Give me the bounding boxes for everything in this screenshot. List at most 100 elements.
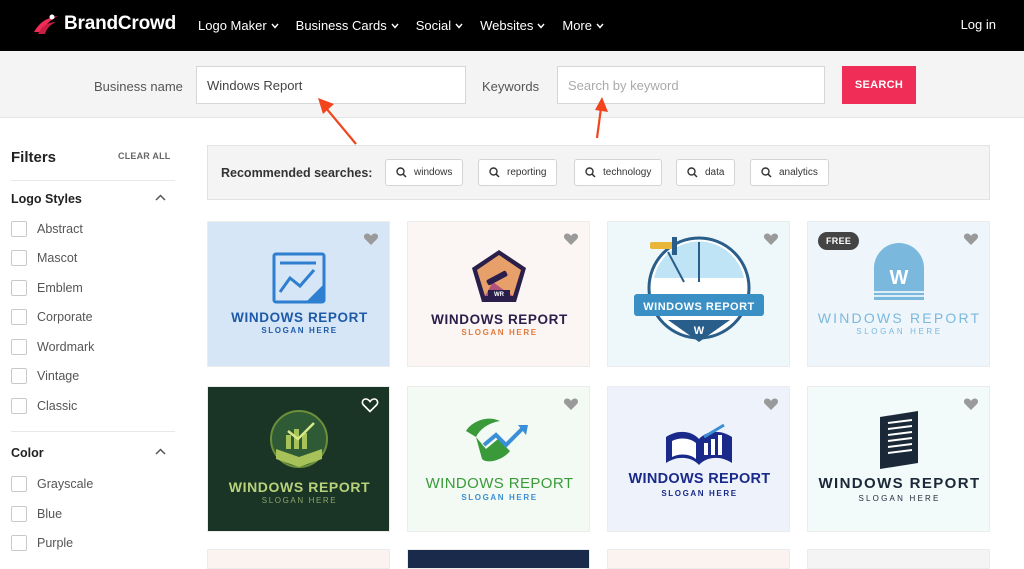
logo-card[interactable]: WINDOWS REPORT SLOGAN HERE [407, 386, 590, 532]
brand-name: BrandCrowd [64, 13, 177, 34]
logo-title: WINDOWS REPORT [818, 475, 981, 492]
nav-item-logo-maker[interactable]: Logo Maker [198, 18, 279, 33]
checkbox[interactable] [11, 250, 27, 266]
logo-card[interactable]: WR WINDOWS REPORT SLOGAN HERE [407, 221, 590, 367]
favorite-heart-icon[interactable] [963, 232, 979, 251]
favorite-heart-icon[interactable] [363, 232, 379, 251]
checkbox[interactable] [11, 506, 27, 522]
logo-title: WINDOWS REPORT [425, 475, 574, 492]
filter-option-label: Classic [37, 399, 78, 413]
filter-option-label: Corporate [37, 310, 93, 324]
nav-item-label: Websites [480, 18, 534, 33]
free-badge: FREE [818, 232, 860, 250]
checkbox[interactable] [11, 476, 27, 492]
favorite-heart-icon[interactable] [361, 397, 379, 418]
filter-option-label: Mascot [37, 251, 78, 265]
chip-label: analytics [779, 167, 818, 178]
nav-item-more[interactable]: More [562, 18, 604, 33]
logo-card[interactable] [807, 549, 990, 569]
filter-option-corporate[interactable]: Corporate [11, 309, 93, 325]
logo-title: WINDOWS REPORT [817, 310, 982, 326]
checkbox[interactable] [11, 398, 27, 414]
filter-option-label: Blue [37, 507, 63, 521]
filter-option-emblem[interactable]: Emblem [11, 280, 83, 296]
favorite-heart-icon[interactable] [763, 232, 779, 251]
logo-title: WINDOWS REPORT [628, 471, 771, 487]
checkbox[interactable] [11, 309, 27, 325]
nav-item-business-cards[interactable]: Business Cards [296, 18, 399, 33]
favorite-heart-icon[interactable] [763, 397, 779, 416]
nav-item-label: Business Cards [295, 18, 387, 33]
filter-option-purple[interactable]: Purple [11, 535, 73, 551]
filter-option-abstract[interactable]: Abstract [11, 221, 83, 237]
favorite-heart-icon[interactable] [963, 397, 979, 416]
chevron-up-icon[interactable] [155, 194, 166, 201]
login-link[interactable]: Log in [961, 17, 996, 32]
search-icon [396, 167, 407, 178]
chip-analytics[interactable]: analytics [750, 159, 829, 186]
filter-option-label: Vintage [37, 369, 80, 383]
chip-reporting[interactable]: reporting [478, 159, 558, 186]
favorite-heart-icon[interactable] [563, 232, 579, 251]
logo-card[interactable]: WINDOWS REPORT SLOGAN HERE [207, 221, 390, 367]
logo-title: WINDOWS REPORT [231, 310, 368, 325]
recommended-searches: Recommended searches: windows reporting … [207, 145, 990, 200]
nav-item-websites[interactable]: Websites [480, 18, 545, 33]
keywords-label: Keywords [482, 79, 540, 94]
filter-option-wordmark[interactable]: Wordmark [11, 339, 94, 355]
business-name-label: Business name [94, 79, 183, 94]
logo-card[interactable]: WINDOWS REPORT SLOGAN HERE [607, 386, 790, 532]
nav-item-social[interactable]: Social [416, 18, 463, 33]
logo-card[interactable] [607, 549, 790, 569]
search-button[interactable]: SEARCH [842, 66, 916, 104]
filter-option-classic[interactable]: Classic [11, 398, 77, 414]
logo-slogan: SLOGAN HERE [461, 493, 538, 502]
logo-card[interactable]: WINDOWS REPORT W [607, 221, 790, 367]
logo-card[interactable]: WINDOWS REPORT SLOGAN HERE [807, 386, 990, 532]
logo-slogan: SLOGAN HERE [661, 489, 738, 498]
chevron-down-icon [391, 23, 399, 29]
chip-label: windows [414, 167, 453, 178]
filter-option-label: Wordmark [37, 340, 95, 354]
filter-option-vintage[interactable]: Vintage [11, 368, 79, 384]
filter-option-mascot[interactable]: Mascot [11, 250, 77, 266]
filters-title: Filters [11, 149, 57, 166]
brand-logo[interactable]: BrandCrowd [32, 12, 176, 36]
chevron-down-icon [537, 23, 545, 29]
filter-option-grayscale[interactable]: Grayscale [11, 476, 93, 492]
clear-all-button[interactable]: CLEAR ALL [118, 151, 170, 161]
logo-slogan: SLOGAN HERE [461, 328, 538, 337]
checkbox[interactable] [11, 368, 27, 384]
chip-label: reporting [507, 167, 547, 178]
logo-card[interactable] [207, 549, 390, 569]
logo-slogan: SLOGAN HERE [858, 494, 941, 503]
checkbox[interactable] [11, 221, 27, 237]
favorite-heart-icon[interactable] [563, 397, 579, 416]
checkbox[interactable] [11, 535, 27, 551]
brand-swoosh-icon [34, 14, 58, 34]
logo-card[interactable]: WINDOWS REPORT SLOGAN HERE [207, 386, 390, 532]
search-icon [761, 167, 772, 178]
nav-item-label: More [562, 18, 592, 33]
checkbox[interactable] [11, 280, 27, 296]
filter-option-blue[interactable]: Blue [11, 506, 62, 522]
chip-windows[interactable]: windows [385, 159, 464, 186]
section-title-color: Color [11, 446, 44, 460]
top-nav: BrandCrowd Logo Maker Business Cards Soc… [0, 0, 1024, 51]
annotation-arrow-icon [595, 97, 608, 139]
nav-menu: Logo Maker Business Cards Social Website… [198, 0, 621, 51]
chip-data[interactable]: data [676, 159, 736, 186]
logo-card[interactable]: W FREE WINDOWS REPORT SLOGAN HERE [807, 221, 990, 367]
checkbox[interactable] [11, 339, 27, 355]
divider [11, 180, 175, 181]
svg-text:W: W [694, 325, 705, 337]
svg-text:WR: WR [494, 292, 505, 298]
chevron-up-icon[interactable] [155, 448, 166, 455]
chip-label: technology [603, 167, 652, 178]
recommended-title: Recommended searches: [221, 166, 373, 180]
filters-sidebar: Filters CLEAR ALL Logo Styles Abstract M… [0, 118, 185, 556]
chip-label: data [705, 167, 725, 178]
search-band: Business name Keywords SEARCH [0, 51, 1024, 118]
chip-technology[interactable]: technology [574, 159, 663, 186]
logo-card[interactable] [407, 549, 590, 569]
